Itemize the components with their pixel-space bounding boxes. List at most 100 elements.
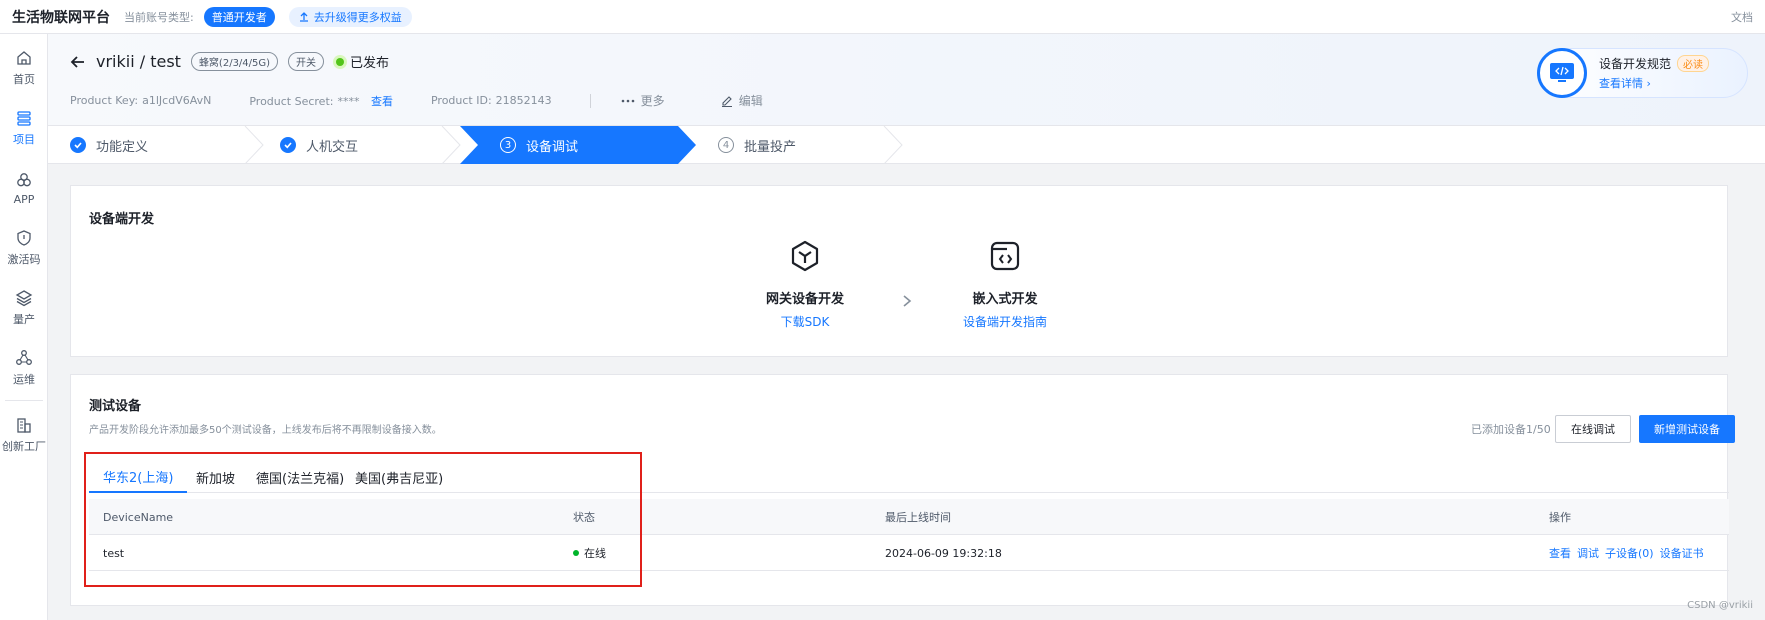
- sidebar-item-label: 创新工厂: [2, 440, 46, 453]
- meta-divider: [589, 93, 591, 108]
- account-type-badge: 普通开发者: [203, 6, 275, 27]
- promo-details-link[interactable]: 查看详情 ›: [1599, 75, 1709, 91]
- product-id-value: 21852143: [495, 94, 552, 107]
- check-circle-icon: [280, 137, 296, 153]
- status-badge: 已发布: [336, 52, 389, 71]
- promo-details-label: 查看详情: [1599, 77, 1643, 90]
- add-test-device-button[interactable]: 新增测试设备: [1639, 415, 1735, 443]
- page-title: vrikii / test: [96, 52, 181, 71]
- status-value: 在线: [584, 547, 606, 560]
- sidebar-item-activation-code[interactable]: 激活码: [0, 218, 48, 278]
- tab-us-virginia[interactable]: 美国(弗吉尼亚): [341, 461, 457, 493]
- sidebar-item-label: 运维: [13, 373, 35, 386]
- upgrade-button[interactable]: 去升级得更多权益: [288, 6, 412, 27]
- debug-action[interactable]: 调试: [1577, 545, 1599, 561]
- network-tag: 蜂窝(2/3/4/5G): [190, 52, 279, 71]
- sidebar-item-mass-production[interactable]: 量产: [0, 278, 48, 338]
- app-icon: [17, 172, 31, 186]
- column-last-online: 最后上线时间: [885, 511, 951, 524]
- watermark: CSDN @vrikii: [1687, 600, 1753, 611]
- download-sdk-link[interactable]: 下载SDK: [781, 313, 830, 330]
- account-type-label: 当前账号类型:: [124, 10, 194, 24]
- list-icon: [17, 111, 31, 126]
- online-debug-button[interactable]: 在线调试: [1555, 415, 1631, 443]
- step-label: 人机交互: [306, 139, 359, 155]
- product-id: Product ID: 21852143: [431, 94, 552, 107]
- step-device-debug[interactable]: 3 设备调试: [500, 126, 578, 164]
- must-read-badge: 必读: [1677, 55, 1710, 72]
- test-devices-description: 产品开发阶段允许添加最多50个测试设备，上线发布后将不再限制设备接入数。: [89, 425, 442, 436]
- added-device-count: 已添加设备1/50: [1471, 423, 1551, 436]
- sidebar-item-label: 激活码: [7, 253, 41, 266]
- product-secret: Product Secret: **** 查看: [249, 93, 393, 109]
- building-icon: [17, 418, 31, 433]
- view-action[interactable]: 查看: [1549, 545, 1571, 561]
- embedded-dev-title: 嵌入式开发: [972, 292, 1038, 307]
- sub-devices-action[interactable]: 子设备(0): [1605, 545, 1654, 561]
- published-dot: [336, 57, 345, 66]
- sidebar-item-label: 量产: [13, 313, 35, 326]
- sidebar-item-label: 项目: [13, 133, 35, 146]
- dev-guide-link[interactable]: 设备端开发指南: [963, 313, 1047, 330]
- home-icon: [17, 51, 31, 65]
- status-cell: 在线: [573, 535, 606, 571]
- step-label: 批量投产: [744, 139, 797, 155]
- promo-text: 设备开发规范 必读 查看详情 ›: [1599, 55, 1710, 91]
- gateway-dev-option: 网关设备开发 下载SDK: [725, 238, 885, 330]
- dev-spec-promo[interactable]: 设备开发规范 必读 查看详情 ›: [1537, 48, 1748, 98]
- promo-title: 设备开发规范: [1599, 57, 1672, 71]
- product-key: Product Key: a1lJcdV6AvN: [70, 94, 211, 107]
- product-header: vrikii / test 蜂窝(2/3/4/5G) 开关 已发布 Produc…: [48, 34, 1765, 126]
- sidebar-item-label: 首页: [13, 73, 35, 86]
- tab-east-china-shanghai[interactable]: 华东2(上海): [89, 461, 188, 493]
- nodes-icon: [16, 350, 32, 365]
- table-header: DeviceName 状态 最后上线时间 操作: [89, 499, 1729, 535]
- more-button[interactable]: 更多: [621, 92, 665, 109]
- brand-title: 生活物联网平台: [12, 9, 110, 26]
- column-device-name: DeviceName: [103, 510, 174, 524]
- product-id-label: Product ID:: [430, 94, 492, 107]
- step-function-definition[interactable]: 功能定义: [70, 126, 148, 164]
- step-label: 功能定义: [96, 139, 149, 155]
- sidebar-item-project[interactable]: 项目: [0, 98, 48, 158]
- edit-icon: [721, 95, 732, 107]
- sidebar-item-innovation-factory[interactable]: 创新工厂: [0, 405, 48, 465]
- meta-row: Product Key: a1lJcdV6AvN Product Secret: *…: [70, 92, 819, 109]
- top-bar: 生活物联网平台 当前账号类型: 普通开发者 去升级得更多权益 文档: [0, 0, 1765, 34]
- more-label: 更多: [640, 94, 665, 108]
- step-number: 4: [718, 137, 734, 153]
- step-mass-production[interactable]: 4 批量投产: [718, 126, 796, 164]
- sidebar-item-app[interactable]: APP: [0, 158, 48, 218]
- test-devices-card: 测试设备 产品开发阶段允许添加最多50个测试设备，上线发布后将不再限制设备接入数…: [70, 374, 1735, 606]
- sidebar-item-operations[interactable]: 运维: [0, 338, 48, 398]
- sidebar-divider: [4, 400, 43, 401]
- tab-singapore[interactable]: 新加坡: [182, 461, 249, 493]
- view-secret-link[interactable]: 查看: [371, 95, 393, 108]
- embedded-dev-option: 嵌入式开发 设备端开发指南: [925, 238, 1085, 330]
- sidebar-item-label: APP: [13, 192, 35, 206]
- product-secret-label: Product Secret:: [249, 94, 334, 108]
- region-tabs: 华东2(上海) 新加坡 德国(法兰克福) 美国(弗吉尼亚): [89, 461, 1729, 493]
- device-cert-action[interactable]: 设备证书: [1660, 545, 1704, 561]
- step-label: 设备调试: [526, 139, 579, 155]
- cube-icon: [791, 240, 819, 272]
- upload-icon: [299, 11, 308, 22]
- type-tag: 开关: [288, 52, 325, 71]
- test-devices-title: 测试设备: [89, 399, 142, 414]
- device-dev-title: 设备端开发: [89, 212, 155, 227]
- table-row: test 在线 2024-06-09 19:32:18 查看 调试 子设备(0)…: [89, 535, 1729, 571]
- sidebar: 首页 项目 APP 激活码 量产 运维 创新工厂: [0, 34, 48, 620]
- check-circle-icon: [70, 137, 86, 153]
- device-name-cell: test: [103, 546, 125, 560]
- step-hmi[interactable]: 人机交互: [280, 126, 358, 164]
- actions-cell: 查看 调试 子设备(0) 设备证书: [1549, 535, 1704, 571]
- sidebar-item-home[interactable]: 首页: [0, 38, 48, 98]
- docs-link[interactable]: 文档: [1731, 9, 1753, 25]
- arrow-left-icon[interactable]: [70, 54, 86, 70]
- shield-icon: [17, 230, 31, 246]
- more-icon: [621, 99, 634, 102]
- product-key-value: a1lJcdV6AvN: [142, 94, 212, 107]
- status-label: 已发布: [350, 56, 390, 71]
- edit-button[interactable]: 编辑: [721, 92, 763, 109]
- edit-label: 编辑: [738, 94, 763, 108]
